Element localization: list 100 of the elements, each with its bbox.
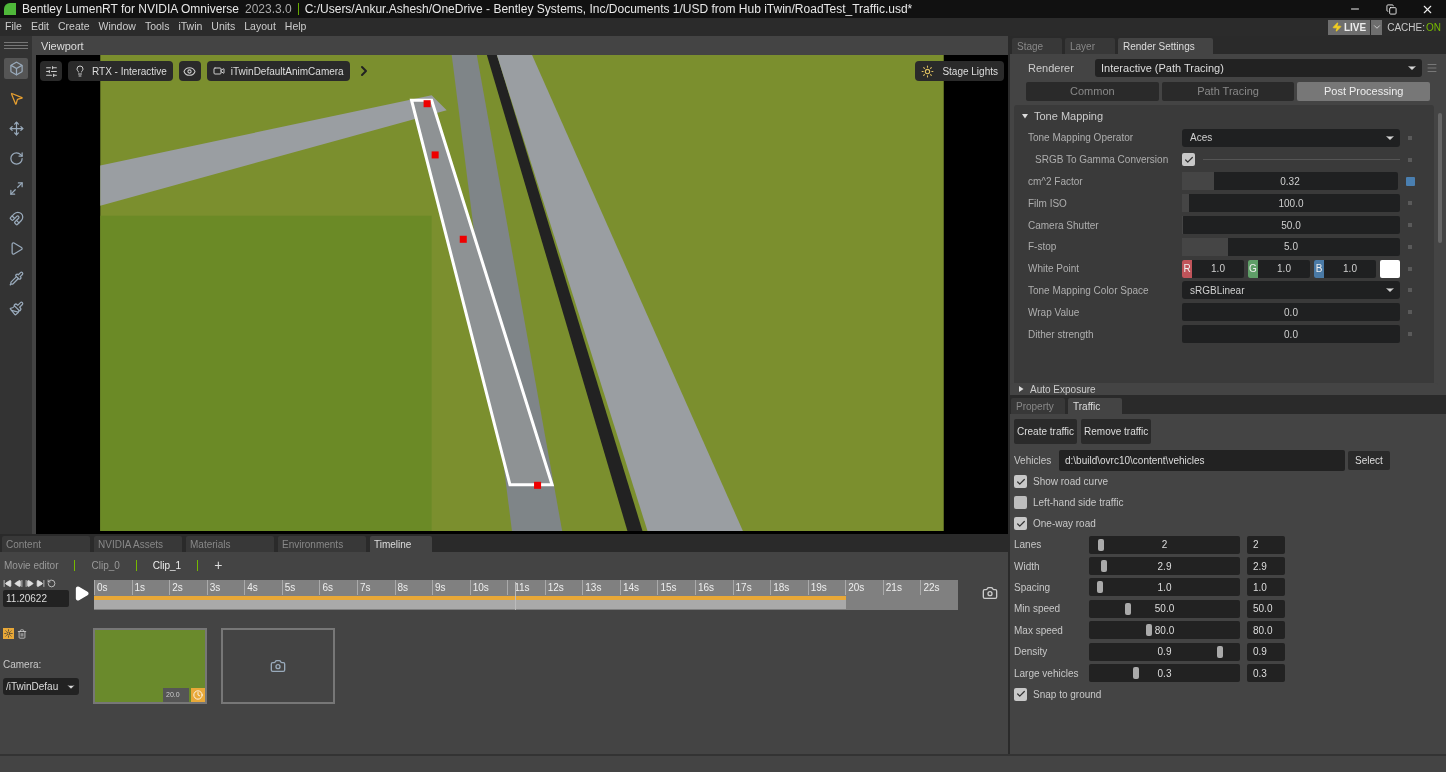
time-tick-label: 16s: [695, 580, 733, 595]
checkbox-label: One-way road: [1033, 517, 1096, 531]
step-forward-icon[interactable]: [25, 579, 34, 588]
property-label: Tone Mapping Color Space: [1028, 283, 1150, 298]
renderer-dropdown[interactable]: Interactive (Path Tracing): [1095, 59, 1422, 77]
slider[interactable]: 50.0: [1089, 599, 1240, 618]
dropdown[interactable]: Aces: [1182, 128, 1400, 147]
slider[interactable]: 80.0: [1089, 621, 1240, 640]
menu-item[interactable]: Help: [284, 19, 307, 35]
slider[interactable]: 1.0: [1089, 578, 1240, 597]
section-title[interactable]: Tone Mapping: [1034, 107, 1104, 125]
subtab[interactable]: Post Processing: [1297, 82, 1430, 101]
slider-thumb[interactable]: [1132, 667, 1139, 680]
menu-item[interactable]: Tools: [144, 19, 170, 35]
checkbox[interactable]: [1014, 496, 1027, 509]
value-field[interactable]: 2.9: [1247, 557, 1285, 576]
property-label: Camera Shutter: [1028, 218, 1100, 233]
skip-back-icon[interactable]: [3, 579, 12, 588]
channel-tag: G: [1248, 259, 1258, 278]
slider-thumb[interactable]: [1146, 624, 1153, 637]
checkbox[interactable]: [1014, 475, 1027, 488]
clip-tab[interactable]: Movie editor: [4, 557, 59, 573]
expanded-triangle-icon[interactable]: [1022, 113, 1028, 119]
menu-item[interactable]: Units: [211, 19, 236, 35]
time-tick-label: 19s: [807, 580, 846, 595]
eye-icon[interactable]: [178, 61, 201, 81]
stage-lights-button[interactable]: Stage Lights: [915, 61, 1004, 81]
checkbox-label: Snap to ground: [1033, 687, 1102, 702]
panel-tab[interactable]: Render Settings: [1118, 38, 1213, 54]
menu-item[interactable]: Window: [98, 19, 136, 35]
time-field[interactable]: 11.20622: [3, 590, 69, 607]
clip-tab[interactable]: Clip_0: [91, 557, 120, 573]
menu-item[interactable]: Layout: [244, 19, 276, 35]
traffic-button[interactable]: Create traffic: [1014, 419, 1078, 444]
panel-grip-icon: [4, 41, 28, 49]
play-icon[interactable]: [73, 585, 90, 602]
slider-thumb[interactable]: [1125, 602, 1132, 615]
color-swatch[interactable]: [1380, 259, 1400, 278]
slider[interactable]: 100.0: [1182, 194, 1400, 213]
panel-tab[interactable]: Timeline: [370, 536, 432, 552]
section-title[interactable]: Auto Exposure: [1030, 384, 1096, 395]
settings-sliders-icon[interactable]: [40, 61, 62, 81]
subtab[interactable]: Common: [1026, 82, 1159, 101]
checkbox[interactable]: [1014, 687, 1027, 701]
vehicles-path-field[interactable]: d:\build\ovrc10\content\vehicles: [1059, 449, 1345, 471]
panel-tab[interactable]: Traffic: [1068, 398, 1122, 414]
cache-label: CACHE:: [1387, 20, 1425, 35]
loop-icon[interactable]: [47, 579, 56, 588]
step-back-icon[interactable]: [14, 579, 23, 588]
time-tick-label: 18s: [770, 580, 808, 595]
slider[interactable]: 5.0: [1182, 237, 1400, 256]
menu-item[interactable]: File: [5, 19, 22, 35]
collapsed-triangle-icon[interactable]: [1018, 386, 1024, 392]
dropdown[interactable]: sRGBLinear: [1182, 281, 1400, 300]
camera-button[interactable]: iTwinDefaultAnimCamera: [206, 61, 350, 81]
traffic-button[interactable]: Remove traffic: [1081, 419, 1152, 444]
clip-tab[interactable]: Clip_1: [152, 557, 182, 573]
subtab[interactable]: Path Tracing: [1161, 82, 1295, 101]
slider[interactable]: 2.9: [1089, 557, 1240, 576]
trash-icon[interactable]: [17, 628, 27, 639]
value-field[interactable]: 2: [1247, 535, 1285, 554]
checkbox[interactable]: [1182, 153, 1195, 167]
camera-icon[interactable]: [982, 585, 998, 601]
color-channel-field[interactable]: R 1.0: [1182, 259, 1244, 278]
time-tick-label: 17s: [732, 580, 771, 595]
menu-item[interactable]: Edit: [30, 19, 49, 35]
render-mode-button[interactable]: RTX - Interactive: [68, 61, 173, 81]
slider[interactable]: 0.0: [1182, 303, 1400, 322]
slider-label: Large vehicles: [1014, 666, 1080, 681]
slider-thumb[interactable]: [1217, 645, 1224, 658]
slider[interactable]: 0.32: [1182, 172, 1398, 191]
slider-thumb[interactable]: [1098, 538, 1105, 551]
skip-forward-icon[interactable]: [36, 579, 45, 588]
menu-item[interactable]: iTwin: [178, 19, 203, 35]
value-field[interactable]: 80.0: [1247, 621, 1285, 640]
color-channel-field[interactable]: B 1.0: [1314, 259, 1376, 278]
checkbox[interactable]: [1014, 517, 1027, 530]
slider-thumb[interactable]: [1101, 560, 1108, 573]
value-field[interactable]: 0.3: [1247, 664, 1285, 683]
value-field[interactable]: 50.0: [1247, 599, 1285, 618]
slider[interactable]: 0.9: [1089, 642, 1240, 661]
menu-item[interactable]: Create: [58, 19, 90, 35]
select-cube-icon[interactable]: [4, 58, 28, 79]
slider-label: Spacing: [1014, 580, 1052, 595]
checkbox-label: Show road curve: [1033, 475, 1109, 489]
value-field[interactable]: 0.9: [1247, 642, 1285, 661]
live-button[interactable]: LIVE: [1327, 19, 1371, 35]
sun-icon: [921, 64, 935, 78]
slider-thumb[interactable]: [1096, 581, 1103, 594]
slider[interactable]: 50.0: [1182, 216, 1400, 235]
slider[interactable]: 0.0: [1182, 325, 1400, 344]
color-channel-field[interactable]: G 1.0: [1248, 259, 1310, 278]
camera-dropdown[interactable]: /iTwinDefau: [3, 678, 79, 695]
slider[interactable]: 0.3: [1089, 664, 1240, 683]
slider[interactable]: 2: [1089, 535, 1240, 554]
add-clip-button[interactable]: +: [214, 554, 223, 576]
select-button[interactable]: Select: [1348, 450, 1390, 470]
value-field[interactable]: 1.0: [1247, 578, 1285, 597]
dropdown-caret-icon[interactable]: [1371, 19, 1383, 35]
sun-icon[interactable]: [3, 628, 14, 639]
